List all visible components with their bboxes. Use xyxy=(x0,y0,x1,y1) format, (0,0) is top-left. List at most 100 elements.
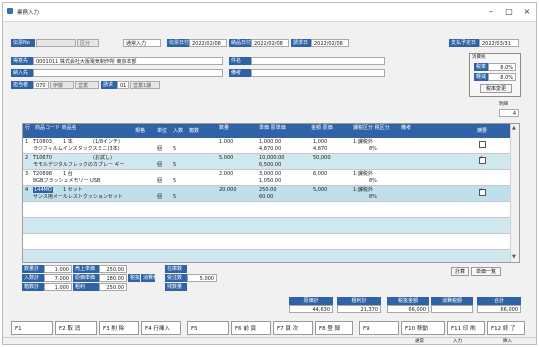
f3-button[interactable]: F3 削 除 xyxy=(99,321,139,335)
case: 5 xyxy=(173,146,177,152)
row-no: 1 xyxy=(25,139,29,145)
case: 5 xyxy=(173,194,177,200)
billing-date-label: 請求日 xyxy=(291,39,311,47)
row-checkbox[interactable] xyxy=(479,141,486,148)
delivery-date-label: 納品日付 xyxy=(229,39,251,47)
tax-type: 1:課税外 xyxy=(353,187,373,193)
table-row-empty[interactable] xyxy=(23,250,512,262)
tax-rate: 8% xyxy=(369,146,377,152)
calc-button[interactable]: 計算 xyxy=(451,267,469,276)
delivery-to-field[interactable] xyxy=(33,69,223,77)
page-label: 明細 xyxy=(499,102,508,107)
tax-total-label: 消費税額 xyxy=(431,297,473,305)
minimize-button[interactable]: – xyxy=(483,5,499,19)
tax-box-title: 消費税 xyxy=(472,55,486,60)
sales-total-field: 66,000 xyxy=(387,305,429,313)
qty: 1.000 xyxy=(219,139,234,145)
billing-label: 請求 xyxy=(101,81,117,89)
stock-field: 5.000 xyxy=(187,274,217,282)
voucher-no-field[interactable] xyxy=(36,39,76,47)
tax-type: 1:課税外 xyxy=(353,139,373,145)
memo-field[interactable] xyxy=(251,69,385,77)
voucher-date-field[interactable]: 2022/02/08 xyxy=(189,39,227,47)
status-bar: 通常 入力 挿入 xyxy=(3,337,536,345)
tax-change-button[interactable]: 税率変更 xyxy=(480,84,512,93)
status-mode: 通常 xyxy=(415,339,424,344)
grid-scrollbar[interactable]: ▲ ▼ xyxy=(510,124,519,262)
table-row-empty[interactable] xyxy=(23,234,512,250)
f2-button[interactable]: F2 取 消 xyxy=(55,321,97,335)
reduced-rate-field[interactable]: 8.0% xyxy=(488,73,516,81)
amount: 5,000 xyxy=(313,187,328,193)
price: 3,000.00 xyxy=(259,171,282,177)
f12-button[interactable]: F12 終 了 xyxy=(487,321,525,335)
tax-box: 消費税 税率 8.0% 軽減 8.0% 税率変更 xyxy=(469,53,521,97)
title-bar: 業務入力 – □ × xyxy=(3,3,536,22)
table-row-empty[interactable] xyxy=(23,218,512,234)
maximize-button[interactable]: □ xyxy=(501,5,517,19)
staff-code-field[interactable]: 070 xyxy=(33,81,49,89)
cost-price-field: 180.00 xyxy=(99,274,127,282)
f5-button[interactable]: F5 xyxy=(187,321,229,335)
grand-total-field: 66,000 xyxy=(477,305,521,313)
grid-header: 行 商品コード 商品名 規格 単位 入数 箱数 数量 単価 原単価 金額 原価 … xyxy=(23,124,512,138)
col-tax: 課税区分 税区分 xyxy=(353,125,390,131)
f10-button[interactable]: F10 移動 xyxy=(401,321,445,335)
app-window: 業務入力 – □ × 伝票No 区分 通常入力 伝票日付 2022/02/08 … xyxy=(2,2,537,345)
sales-price-field: 250.00 xyxy=(99,265,127,273)
col-spec: 規格 xyxy=(135,128,146,134)
delivery-date-field[interactable]: 2022/02/08 xyxy=(251,39,289,47)
scroll-up-icon[interactable]: ▲ xyxy=(512,125,516,131)
product-name: 8GBフラッシュメモリー USB xyxy=(33,178,101,184)
price: 1,000.00 xyxy=(259,139,282,145)
col-memo: 備考 xyxy=(401,125,412,131)
product-spec: (お試し) xyxy=(93,155,112,161)
amount: 1,000 xyxy=(313,139,328,145)
profit-price-field: 250.00 xyxy=(99,283,127,291)
col-row-no: 行 xyxy=(25,125,31,131)
dept-field: 営業 xyxy=(75,81,99,89)
staff-label: 担当者 xyxy=(11,81,33,89)
billing-date-field[interactable]: 2022/02/08 xyxy=(311,39,349,47)
col-price: 単価 原単価 xyxy=(259,125,286,131)
total-profit-label: 粗利計 xyxy=(337,297,381,305)
tax-label: 消費税 xyxy=(141,274,155,282)
product-code[interactable]: 144MO xyxy=(33,187,53,193)
table-row-selected[interactable]: 4 144MO 1 セット サンス用メールレストクッションセット 個 5 20.… xyxy=(23,186,512,202)
col-product: 商品コード 商品名 xyxy=(35,125,77,131)
f9-button[interactable]: F9 xyxy=(359,321,399,335)
grand-total-label: 合計 xyxy=(477,297,521,305)
payment-date-field[interactable]: 2022/03/31 xyxy=(479,39,519,47)
table-row[interactable]: 3 T20898 1 台 8GBフラッシュメモリー USB 個 5 2.000 … xyxy=(23,170,512,186)
product-unit-desc: 1 台 xyxy=(63,171,73,177)
row-no: 2 xyxy=(25,155,29,161)
table-row[interactable]: 1 T10803 1 本 (1/8インチ) ラジフィルムインスタックスミニ(3本… xyxy=(23,138,512,154)
f7-button[interactable]: F7 頁 次 xyxy=(273,321,313,335)
balance-label: 残数量 xyxy=(165,283,187,291)
app-icon xyxy=(7,8,13,14)
scroll-down-icon[interactable]: ▼ xyxy=(512,254,516,260)
price-list-button[interactable]: 単価一覧 xyxy=(471,267,501,276)
page-field[interactable]: 4 xyxy=(499,109,519,117)
f1-button[interactable]: F1 xyxy=(11,321,53,335)
product-code: T10670 xyxy=(33,155,52,161)
tax-rate: 8% xyxy=(369,194,377,200)
case: 5 xyxy=(173,162,177,168)
table-row-empty[interactable] xyxy=(23,202,512,218)
row-no: 4 xyxy=(25,187,29,193)
tax-rate-field[interactable]: 8.0% xyxy=(488,63,516,71)
type-field[interactable]: 区分 xyxy=(77,39,99,47)
check-mark-icon: ✓ xyxy=(479,155,484,161)
f4-button[interactable]: F4 行挿入 xyxy=(141,321,181,335)
f6-button[interactable]: F6 前 頁 xyxy=(231,321,271,335)
billing-code-field[interactable]: 01 xyxy=(117,81,129,89)
f8-button[interactable]: F8 登 録 xyxy=(315,321,353,335)
unit: 個 xyxy=(157,162,163,168)
customer-field[interactable]: 0001011 株式会社大阪電気制作所 東京本部 xyxy=(33,57,223,65)
subject-field[interactable] xyxy=(251,57,385,65)
subject-label: 件名 xyxy=(229,57,251,65)
close-button[interactable]: × xyxy=(519,5,535,19)
f11-button[interactable]: F11 印 刷 xyxy=(447,321,485,335)
input-kind-field[interactable]: 通常入力 xyxy=(123,39,161,47)
table-row[interactable]: 2 T10670 (お試し) モモルデジタルフレックのカプレー ギー 個 5 5… xyxy=(23,154,512,170)
